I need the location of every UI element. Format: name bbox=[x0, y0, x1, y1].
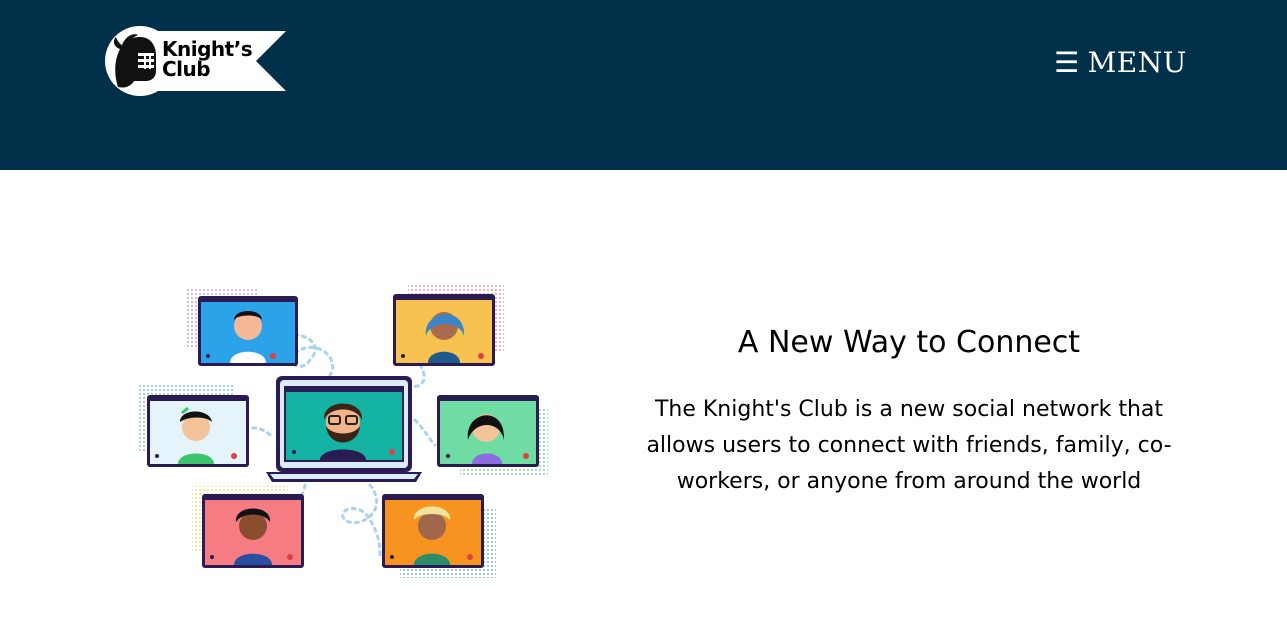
hero-title: A New Way to Connect bbox=[737, 325, 1081, 360]
logo-wordmark: Knight’s Club bbox=[162, 37, 253, 81]
call-window-2 bbox=[393, 294, 495, 366]
video-conference-illustration bbox=[130, 280, 555, 585]
menu-button[interactable]: ☰ MENU bbox=[1054, 42, 1187, 82]
call-window-3 bbox=[147, 395, 249, 467]
menu-label: MENU bbox=[1087, 45, 1187, 79]
hero-content: A New Way to Connect The Knight's Club i… bbox=[640, 320, 1178, 500]
site-logo[interactable]: Knight’s Club bbox=[104, 25, 288, 97]
site-header: Knight’s Club ☰ MENU bbox=[0, 0, 1287, 170]
logo-line-1: Knight’s bbox=[162, 37, 253, 61]
hamburger-menu-icon: ☰ bbox=[1054, 45, 1080, 79]
hero-description: The Knight's Club is a new social networ… bbox=[646, 397, 1172, 494]
call-window-1 bbox=[198, 296, 298, 366]
logo-line-2: Club bbox=[162, 57, 211, 81]
call-window-4 bbox=[437, 395, 539, 467]
laptop bbox=[266, 376, 422, 482]
call-window-6 bbox=[382, 494, 484, 568]
call-window-5 bbox=[202, 494, 304, 568]
